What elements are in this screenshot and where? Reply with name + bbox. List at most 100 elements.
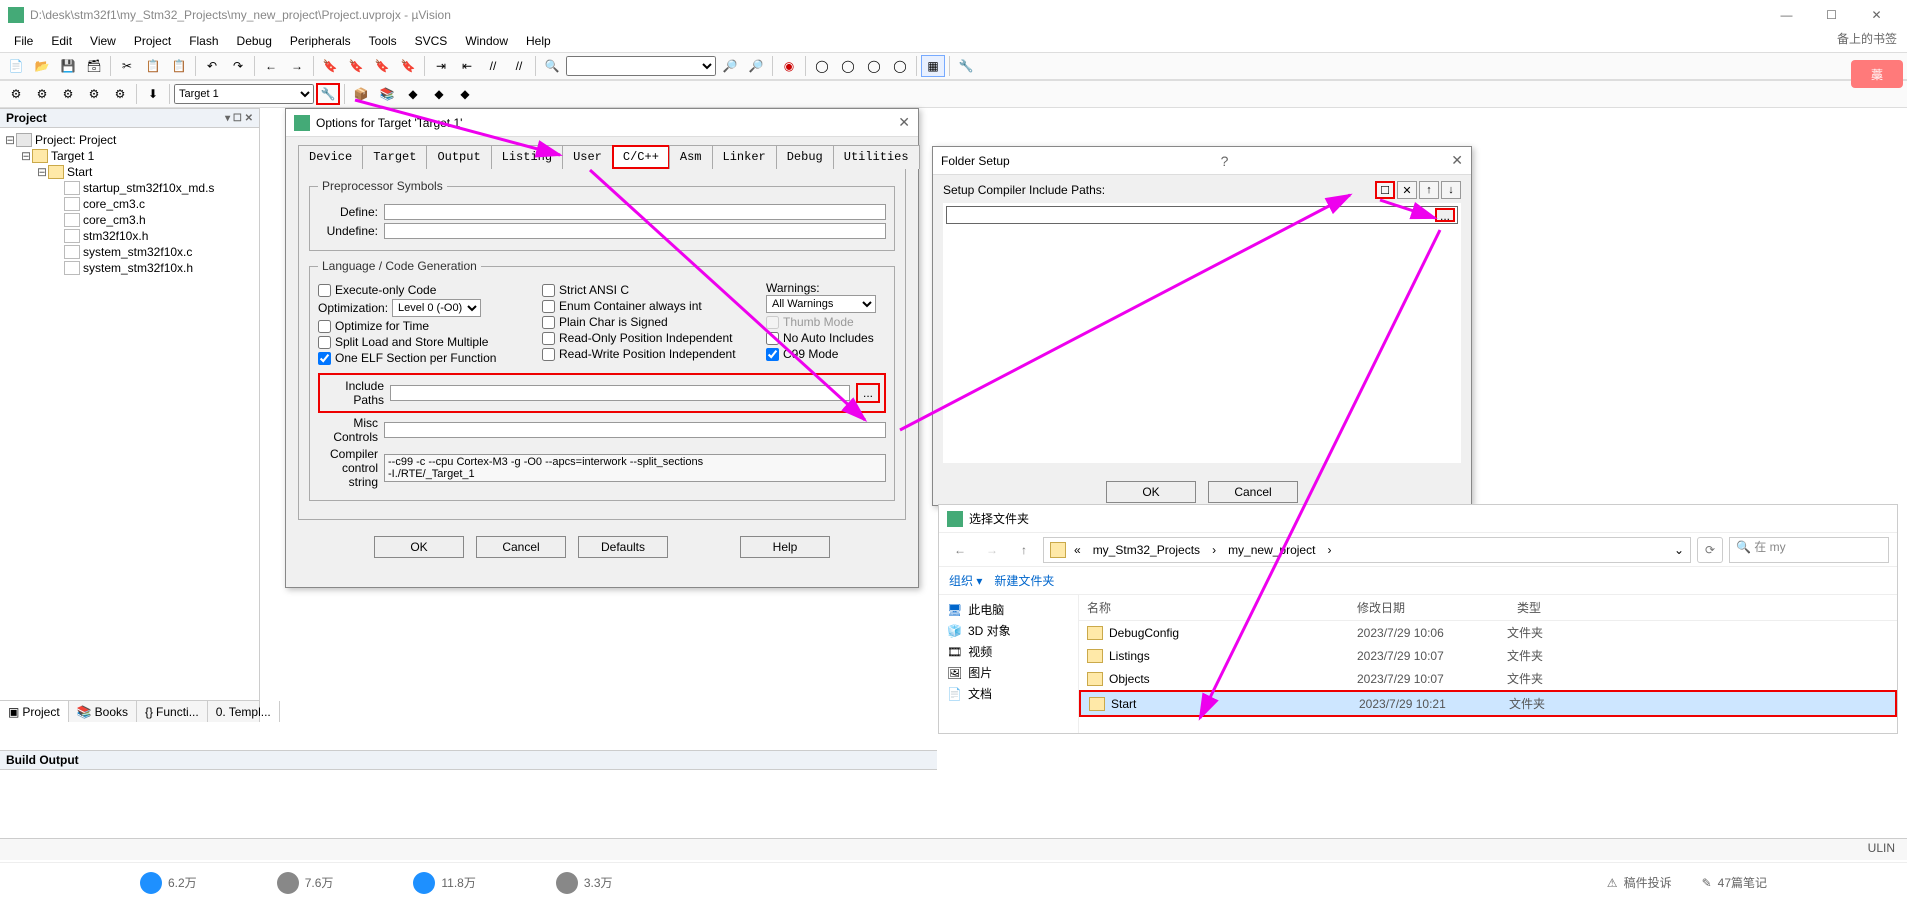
tab-debug[interactable]: Debug <box>776 145 834 169</box>
outdent-icon[interactable]: ⇤ <box>455 55 479 77</box>
like-button[interactable]: 6.2万 <box>140 872 197 894</box>
new-path-icon[interactable]: ☐ <box>1375 181 1395 199</box>
tab-templates[interactable]: 0.Templ... <box>208 701 280 722</box>
manage-project-icon[interactable]: 📦 <box>349 83 373 105</box>
misc-controls-input[interactable] <box>384 422 886 438</box>
target-options-icon[interactable]: 🔧 <box>316 83 340 105</box>
dialog-close-icon[interactable]: ✕ <box>898 114 910 131</box>
save-icon[interactable]: 💾 <box>56 55 80 77</box>
debug-icon[interactable]: ◉ <box>777 55 801 77</box>
pink-button[interactable]: 藁 <box>1851 60 1903 88</box>
ok-button[interactable]: OK <box>374 536 464 558</box>
indent-icon[interactable]: ⇥ <box>429 55 453 77</box>
manage-rte-icon[interactable]: ◆ <box>427 83 451 105</box>
include-paths-list[interactable]: ... <box>943 203 1461 463</box>
nav-back-button[interactable]: ← <box>947 537 973 563</box>
tab-device[interactable]: Device <box>298 145 363 169</box>
nav-fwd-icon[interactable]: → <box>285 55 309 77</box>
copy-icon[interactable]: 📋 <box>141 55 165 77</box>
chk-exec-only[interactable] <box>318 284 331 297</box>
nav-forward-button[interactable]: → <box>979 537 1005 563</box>
col-name[interactable]: 名称 <box>1087 599 1347 616</box>
comment-icon[interactable]: // <box>481 55 505 77</box>
stop-build-icon[interactable]: ⚙ <box>108 83 132 105</box>
chk-c99[interactable] <box>766 348 779 361</box>
chk-rw-pi[interactable] <box>542 348 555 361</box>
report-link[interactable]: ⚠稿件投诉 <box>1607 874 1672 891</box>
paste-icon[interactable]: 📋 <box>167 55 191 77</box>
open-icon[interactable]: 📂 <box>30 55 54 77</box>
share-button[interactable]: 3.3万 <box>556 872 613 894</box>
include-paths-browse-button[interactable]: ... <box>856 383 880 403</box>
bookmark-prev-icon[interactable]: 🔖 <box>344 55 368 77</box>
bookmark-clear-icon[interactable]: 🔖 <box>396 55 420 77</box>
uncomment-icon[interactable]: // <box>507 55 531 77</box>
download-icon[interactable]: ⬇ <box>141 83 165 105</box>
tab-listing[interactable]: Listing <box>491 145 563 169</box>
tab-linker[interactable]: Linker <box>712 145 777 169</box>
cancel-button[interactable]: Cancel <box>476 536 566 558</box>
tab-utilities[interactable]: Utilities <box>833 145 920 169</box>
close-button[interactable]: ✕ <box>1854 1 1899 29</box>
tab-target[interactable]: Target <box>362 145 427 169</box>
tree-group[interactable]: Start <box>67 165 92 179</box>
chk-strict-ansi[interactable] <box>542 284 555 297</box>
path-entry[interactable]: ... <box>946 206 1458 224</box>
tab-user[interactable]: User <box>562 145 613 169</box>
breadcrumb[interactable]: « my_Stm32_Projects › my_new_project › ⌄ <box>1043 537 1691 563</box>
maximize-button[interactable]: ☐ <box>1809 1 1854 29</box>
path-browse-button[interactable]: ... <box>1435 208 1455 222</box>
favorite-button[interactable]: 11.8万 <box>413 872 475 894</box>
nav-up-button[interactable]: ↑ <box>1011 537 1037 563</box>
crumb-seg[interactable]: my_Stm32_Projects <box>1089 543 1204 557</box>
tree-file[interactable]: system_stm32f10x.h <box>83 261 193 275</box>
sidebar-documents[interactable]: 📄文档 <box>943 683 1074 704</box>
undo-icon[interactable]: ↶ <box>200 55 224 77</box>
menu-project[interactable]: Project <box>126 32 179 50</box>
folder-setup-help-icon[interactable]: ? <box>1221 153 1229 169</box>
menu-window[interactable]: Window <box>457 32 516 50</box>
notes-link[interactable]: ✎47篇笔记 <box>1702 874 1767 891</box>
tab-c-cpp[interactable]: C/C++ <box>612 145 670 169</box>
tab-project[interactable]: ▣Project <box>0 701 69 722</box>
bookmark-next-icon[interactable]: 🔖 <box>370 55 394 77</box>
sidebar-videos[interactable]: 🎞视频 <box>943 641 1074 662</box>
translate-icon[interactable]: ⚙ <box>4 83 28 105</box>
chk-opt-time[interactable] <box>318 320 331 333</box>
menu-file[interactable]: File <box>6 32 41 50</box>
redo-icon[interactable]: ↷ <box>226 55 250 77</box>
folder-row[interactable]: Listings2023/7/29 10:07文件夹 <box>1079 644 1897 667</box>
configure-icon[interactable]: 🔧 <box>954 55 978 77</box>
tab-output[interactable]: Output <box>426 145 491 169</box>
menu-peripherals[interactable]: Peripherals <box>282 32 359 50</box>
crumb-seg[interactable]: my_new_project <box>1224 543 1319 557</box>
tab-functions[interactable]: {}Functi... <box>137 701 208 722</box>
minimize-button[interactable]: — <box>1764 1 1809 29</box>
build-icon[interactable]: ⚙ <box>30 83 54 105</box>
tree-file[interactable]: core_cm3.h <box>83 213 146 227</box>
folder-ok-button[interactable]: OK <box>1106 481 1196 503</box>
folder-cancel-button[interactable]: Cancel <box>1208 481 1298 503</box>
manage-books-icon[interactable]: 📚 <box>375 83 399 105</box>
breakpoint-insert-icon[interactable]: ◯ <box>810 55 834 77</box>
include-paths-input[interactable] <box>390 385 850 401</box>
delete-path-icon[interactable]: ✕ <box>1397 181 1417 199</box>
tab-books[interactable]: 📚Books <box>69 701 137 722</box>
manage-components-icon[interactable]: ◆ <box>401 83 425 105</box>
tree-file[interactable]: core_cm3.c <box>83 197 145 211</box>
incremental-find-icon[interactable]: 🔎 <box>744 55 768 77</box>
find-combo[interactable] <box>566 56 716 76</box>
breakpoint-kill-icon[interactable]: ◯ <box>888 55 912 77</box>
tree-target[interactable]: Target 1 <box>51 149 94 163</box>
move-down-icon[interactable]: ↓ <box>1441 181 1461 199</box>
folder-row-start[interactable]: Start2023/7/29 10:21文件夹 <box>1079 690 1897 717</box>
find-icon[interactable]: 🔍 <box>540 55 564 77</box>
folder-setup-close-icon[interactable]: ✕ <box>1451 152 1463 169</box>
help-button[interactable]: Help <box>740 536 830 558</box>
refresh-button[interactable]: ⟳ <box>1697 537 1723 563</box>
tab-asm[interactable]: Asm <box>669 145 713 169</box>
breakpoint-disable-icon[interactable]: ◯ <box>862 55 886 77</box>
window-icon[interactable]: ▦ <box>921 55 945 77</box>
col-date[interactable]: 修改日期 <box>1357 599 1507 616</box>
menu-flash[interactable]: Flash <box>181 32 226 50</box>
